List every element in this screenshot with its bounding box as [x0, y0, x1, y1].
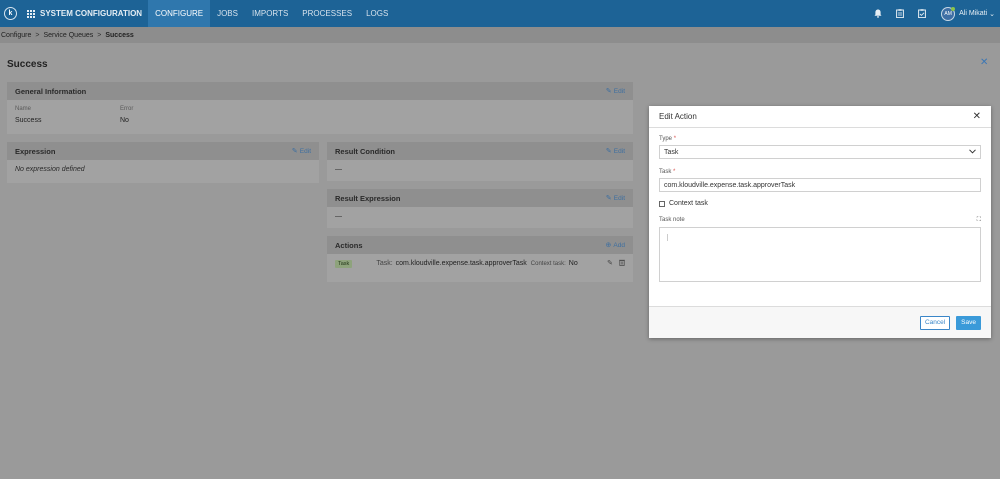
brand-label: SYSTEM CONFIGURATION: [40, 9, 143, 18]
expression-empty-text: No expression defined: [15, 166, 85, 173]
breadcrumb-separator-icon: >: [97, 31, 102, 39]
edit-label: Edit: [613, 147, 625, 155]
edit-label: Edit: [613, 194, 625, 202]
context-task-label: Context task:: [530, 260, 566, 267]
type-label-text: Type: [659, 136, 673, 142]
bell-icon[interactable]: [873, 9, 883, 19]
top-navbar: k SYSTEM CONFIGURATION CONFIGURE JOBS IM…: [0, 0, 1000, 27]
app-logo[interactable]: k: [4, 7, 17, 20]
nav-jobs[interactable]: JOBS: [210, 0, 245, 27]
pencil-icon: ✎: [605, 88, 612, 95]
cancel-button[interactable]: Cancel: [919, 315, 951, 330]
panel-title: General Information: [15, 86, 87, 96]
user-name[interactable]: Ali Mikati: [959, 10, 987, 17]
chevron-down-icon[interactable]: ⌄: [989, 10, 995, 18]
context-task-checkbox[interactable]: Context task: [659, 200, 981, 207]
result-condition-panel: Result Condition ✎ Edit —: [327, 142, 633, 181]
result-condition-edit-button[interactable]: ✎ Edit: [605, 147, 625, 156]
text-cursor: [667, 234, 668, 241]
plus-circle-icon: ⊕: [605, 242, 612, 249]
expand-icon[interactable]: ⛶: [977, 217, 981, 224]
task-field-label: Task *: [659, 169, 981, 175]
result-expression-edit-button[interactable]: ✎ Edit: [605, 194, 625, 203]
result-expression-value: —: [335, 213, 342, 220]
panel-title: Result Condition: [335, 146, 395, 156]
task-input[interactable]: com.kloudville.expense.task.approverTask: [659, 178, 981, 192]
dialog-title: Edit Action: [659, 112, 697, 121]
pencil-icon: ✎: [605, 148, 612, 155]
type-select[interactable]: Task: [659, 145, 981, 159]
type-select-value: Task: [664, 148, 679, 156]
name-label: Name: [15, 106, 32, 112]
pencil-icon[interactable]: ✎: [607, 259, 613, 268]
breadcrumb-service-queues[interactable]: Service Queues: [43, 32, 93, 39]
pencil-icon: ✎: [605, 195, 612, 202]
clipboard-icon[interactable]: [895, 9, 905, 19]
avatar-initials: AM: [944, 10, 952, 17]
context-task-label: Context task: [669, 200, 708, 207]
edit-label: Edit: [613, 87, 625, 95]
result-condition-value: —: [335, 166, 342, 173]
close-icon[interactable]: ✕: [980, 57, 988, 68]
context-task-value: No: [568, 260, 578, 267]
add-action-button[interactable]: ⊕ Add: [605, 241, 625, 250]
checkbox-icon[interactable]: [659, 200, 665, 207]
apps-grid-icon: [27, 9, 35, 18]
brand-menu[interactable]: SYSTEM CONFIGURATION: [27, 0, 148, 27]
task-note-textarea[interactable]: [659, 227, 981, 282]
nav-configure[interactable]: CONFIGURE: [148, 0, 211, 27]
panel-title: Expression: [15, 146, 56, 156]
online-status-dot: [951, 6, 956, 11]
logo-letter: k: [8, 10, 13, 17]
task-note-label: Task note: [659, 217, 685, 223]
action-type-badge: Task: [335, 259, 353, 268]
avatar[interactable]: AM: [941, 6, 956, 21]
expression-panel: Expression ✎ Edit No expression defined: [7, 142, 319, 183]
panel-title: Actions: [335, 240, 363, 250]
general-info-panel: General Information ✎ Edit Name Error Su…: [7, 82, 633, 134]
pencil-icon: ✎: [291, 148, 298, 155]
required-asterisk: *: [673, 136, 677, 142]
nav-logs[interactable]: LOGS: [359, 0, 395, 27]
add-label: Add: [613, 241, 625, 249]
breadcrumb-configure[interactable]: Configure: [1, 32, 31, 39]
general-edit-button[interactable]: ✎ Edit: [605, 87, 625, 96]
expression-edit-button[interactable]: ✎ Edit: [291, 147, 311, 156]
breadcrumb-separator-icon: >: [35, 31, 40, 39]
task-label: Task:: [376, 260, 393, 267]
close-icon[interactable]: ✕: [973, 111, 981, 122]
trash-icon[interactable]: [619, 259, 625, 268]
chevron-down-icon: [969, 148, 976, 156]
error-label: Error: [120, 106, 134, 112]
actions-panel: Actions ⊕ Add Task Task: com.kloudville.…: [327, 236, 633, 282]
edit-action-dialog: Edit Action ✕ Type * Task Task * com.klo…: [649, 106, 991, 338]
save-button[interactable]: Save: [956, 315, 981, 330]
breadcrumb: Configure > Service Queues > Success: [0, 27, 1000, 43]
breadcrumb-current: Success: [105, 31, 134, 39]
nav-imports[interactable]: IMPORTS: [245, 0, 295, 27]
error-value: No: [120, 117, 129, 124]
page-title: Success: [7, 59, 48, 70]
list-item: Task Task: com.kloudville.expense.task.a…: [327, 254, 633, 273]
task-label-text: Task: [659, 169, 672, 175]
task-value: com.kloudville.expense.task.approverTask: [395, 260, 527, 267]
type-field-label: Type *: [659, 136, 981, 142]
name-value: Success: [15, 117, 42, 124]
panel-title: Result Expression: [335, 193, 401, 203]
required-asterisk: *: [673, 169, 676, 175]
nav-processes[interactable]: PROCESSES: [295, 0, 359, 27]
checklist-icon[interactable]: [917, 9, 927, 19]
result-expression-panel: Result Expression ✎ Edit —: [327, 189, 633, 228]
edit-label: Edit: [299, 147, 311, 155]
